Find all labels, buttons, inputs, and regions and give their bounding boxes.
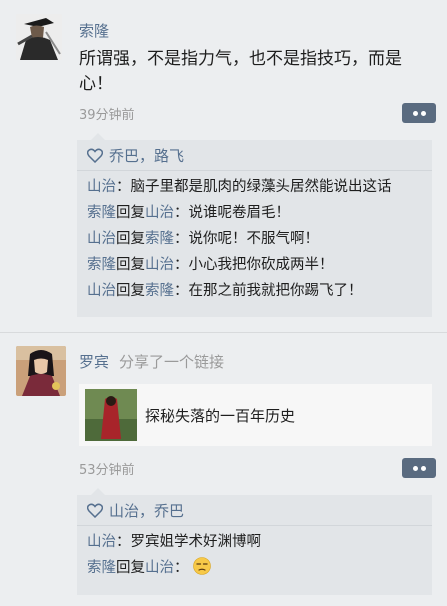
post-author-name[interactable]: 罗宾 [79,353,109,371]
reply-target[interactable]: 山治 [145,257,174,273]
comment-text: ：罗宾姐学术好渊博啊 [116,534,261,550]
post-text-line: 心！ [79,74,113,94]
comment-text: ：说你呢！不服气啊！ [174,231,319,247]
comment-row[interactable]: 索隆回复山治： [77,555,432,581]
likes-row: 山治，乔巴 [77,495,432,526]
link-thumbnail [85,389,137,441]
comment-row[interactable]: 索隆回复山治：小心我把你砍成两半！ [77,252,432,278]
comment-author[interactable]: 索隆 [87,257,116,273]
reply-word: 回复 [116,283,145,299]
more-options-button[interactable] [402,103,436,123]
shared-link-card[interactable]: 探秘失落的一百年历史 [79,384,432,446]
link-title[interactable]: 探秘失落的一百年历史 [145,405,295,426]
heart-icon [87,148,103,163]
ellipsis-icon [412,465,426,471]
comment-row[interactable]: 索隆回复山治：说谁呢卷眉毛！ [77,200,432,226]
moment-post-robin: 罗宾 分享了一个链接 探秘失落的一百年历史 53分钟前 山治，乔巴 山治：罗宾姐… [0,333,447,606]
avatar-zoro[interactable] [16,14,62,60]
post-timestamp: 39分钟前 [79,108,135,123]
comment-row[interactable]: 山治：脑子里都是肌肉的绿藻头居然能说出这话 [77,174,432,200]
post-text: 所谓强，不是指力气，也不是指技巧，而是 心！ [79,47,429,97]
comment-list: 山治：脑子里都是肌肉的绿藻头居然能说出这话 索隆回复山治：说谁呢卷眉毛！ 山治回… [77,171,432,304]
likes-row: 乔巴，路飞 [77,140,432,171]
moment-post-zoro: 索隆 所谓强，不是指力气，也不是指技巧，而是 心！ 39分钟前 乔巴，路飞 山治… [0,0,447,330]
likes-names[interactable]: 山治，乔巴 [109,500,184,521]
likes-comments-box: 山治，乔巴 山治：罗宾姐学术好渊博啊 索隆回复山治： [77,488,432,595]
comment-text: ： [174,560,189,576]
post-timestamp: 53分钟前 [79,463,135,478]
comment-author[interactable]: 索隆 [87,560,116,576]
reply-target[interactable]: 索隆 [145,283,174,299]
comment-author[interactable]: 山治 [87,231,116,247]
comment-text: ：在那之前我就把你踢飞了！ [174,283,363,299]
heart-icon [87,503,103,518]
ellipsis-icon [412,110,426,116]
post-author-header: 罗宾 分享了一个链接 [79,351,224,372]
comment-row[interactable]: 山治回复索隆：说你呢！不服气啊！ [77,226,432,252]
post-author-name[interactable]: 索隆 [79,20,109,41]
unamused-face-emoji [193,557,211,575]
comment-author[interactable]: 山治 [87,283,116,299]
comment-row[interactable]: 山治回复索隆：在那之前我就把你踢飞了！ [77,278,432,304]
reply-word: 回复 [116,231,145,247]
reply-word: 回复 [116,257,145,273]
comment-text: ：脑子里都是肌肉的绿藻头居然能说出这话 [116,179,392,195]
comment-author[interactable]: 山治 [87,179,116,195]
reply-target[interactable]: 山治 [145,205,174,221]
comment-author[interactable]: 山治 [87,534,116,550]
comment-list: 山治：罗宾姐学术好渊博啊 索隆回复山治： [77,526,432,581]
avatar-robin[interactable] [16,346,66,396]
likes-names[interactable]: 乔巴，路飞 [109,145,184,166]
comment-row[interactable]: 山治：罗宾姐学术好渊博啊 [77,529,432,555]
comment-text: ：小心我把你砍成两半！ [174,257,334,273]
post-action-text: 分享了一个链接 [119,353,225,371]
reply-word: 回复 [116,560,145,576]
reply-target[interactable]: 山治 [145,560,174,576]
post-text-line: 所谓强，不是指力气，也不是指技巧，而是 [79,49,402,69]
comment-author[interactable]: 索隆 [87,205,116,221]
more-options-button[interactable] [402,458,436,478]
reply-target[interactable]: 索隆 [145,231,174,247]
likes-comments-box: 乔巴，路飞 山治：脑子里都是肌肉的绿藻头居然能说出这话 索隆回复山治：说谁呢卷眉… [77,133,432,317]
reply-word: 回复 [116,205,145,221]
comment-text: ：说谁呢卷眉毛！ [174,205,290,221]
